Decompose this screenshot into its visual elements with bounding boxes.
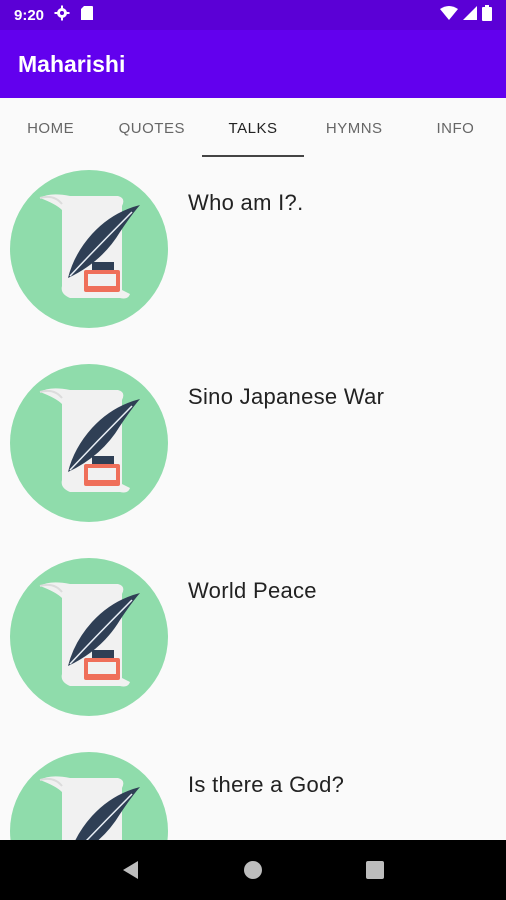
list-item[interactable]: Is there a God? bbox=[0, 740, 506, 840]
tab-quotes[interactable]: QUOTES bbox=[101, 98, 202, 158]
tab-hymns[interactable]: HYMNS bbox=[304, 98, 405, 158]
list-item[interactable]: Sino Japanese War bbox=[0, 352, 506, 546]
talk-title: Who am I?. bbox=[188, 190, 304, 215]
wifi-icon bbox=[440, 6, 458, 24]
list-item[interactable]: Who am I?. bbox=[0, 158, 506, 352]
status-time: 9:20 bbox=[14, 6, 45, 24]
talk-title: Sino Japanese War bbox=[188, 384, 385, 409]
scroll-quill-icon bbox=[10, 558, 168, 716]
signal-icon bbox=[463, 6, 477, 24]
status-bar: 9:20 bbox=[0, 0, 506, 30]
battery-icon bbox=[482, 5, 492, 25]
talk-title: Is there a God? bbox=[188, 772, 345, 797]
home-icon[interactable] bbox=[238, 855, 268, 885]
talk-title: World Peace bbox=[188, 578, 317, 603]
talks-list: Who am I?. Sino Japanese War World Peace… bbox=[0, 158, 506, 840]
list-item[interactable]: World Peace bbox=[0, 546, 506, 740]
app-bar: Maharishi bbox=[0, 30, 506, 98]
tab-bar: HOME QUOTES TALKS HYMNS INFO bbox=[0, 98, 506, 158]
scroll-quill-icon bbox=[10, 364, 168, 522]
tab-info[interactable]: INFO bbox=[405, 98, 506, 158]
tab-home[interactable]: HOME bbox=[0, 98, 101, 158]
recents-icon[interactable] bbox=[360, 855, 390, 885]
navigation-bar bbox=[0, 840, 506, 900]
app-title: Maharishi bbox=[18, 50, 126, 77]
scroll-quill-icon bbox=[10, 170, 168, 328]
gear-icon bbox=[54, 5, 70, 25]
tab-talks[interactable]: TALKS bbox=[202, 98, 304, 158]
sd-card-icon bbox=[80, 5, 94, 25]
back-icon[interactable] bbox=[116, 855, 146, 885]
scroll-quill-icon bbox=[10, 752, 168, 840]
